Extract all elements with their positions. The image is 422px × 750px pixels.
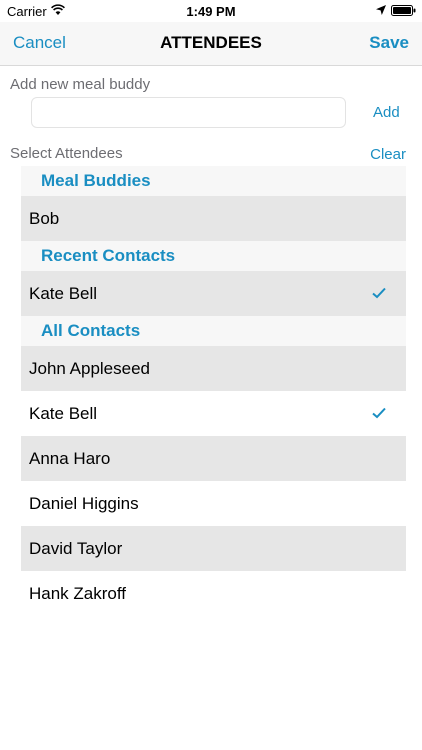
save-button[interactable]: Save [369, 33, 409, 53]
contact-name: David Taylor [29, 539, 123, 558]
battery-icon [391, 5, 416, 16]
list-item[interactable]: Kate Bell [21, 271, 406, 316]
add-button[interactable]: Add [373, 104, 400, 121]
list-item[interactable]: Hank Zakroff [21, 571, 406, 616]
clear-button[interactable]: Clear [370, 146, 406, 163]
section-header-recent-contacts: Recent Contacts [21, 241, 406, 271]
checkmark-icon [372, 407, 386, 419]
section-header-all-contacts: All Contacts [21, 316, 406, 346]
list-item[interactable]: Daniel Higgins [21, 481, 406, 526]
contact-name: Bob [29, 209, 60, 228]
list-item[interactable]: John Appleseed [21, 346, 406, 391]
list-item[interactable]: Kate Bell [21, 391, 406, 436]
navigation-bar: Cancel ATTENDEES Save [0, 22, 422, 66]
contact-name: Anna Haro [29, 449, 111, 468]
list-item[interactable]: Anna Haro [21, 436, 406, 481]
contact-name: Hank Zakroff [29, 584, 127, 603]
list-item[interactable]: Bob [21, 196, 406, 241]
contact-name: Kate Bell [29, 404, 98, 423]
list-item[interactable]: David Taylor [21, 526, 406, 571]
meal-buddy-input[interactable] [31, 97, 346, 128]
status-bar: Carrier 1:49 PM [0, 0, 422, 22]
contact-name: Kate Bell [29, 284, 98, 303]
page-title: ATTENDEES [160, 33, 262, 52]
contact-name: Daniel Higgins [29, 494, 139, 513]
add-meal-buddy-label: Add new meal buddy [10, 76, 151, 93]
status-time: 1:49 PM [186, 4, 236, 19]
select-attendees-label: Select Attendees [10, 145, 123, 162]
attendee-list: Meal Buddies Bob Recent Contacts Kate Be… [21, 166, 406, 616]
checkmark-icon [372, 287, 386, 299]
location-icon [376, 5, 386, 15]
contact-name: John Appleseed [29, 359, 150, 378]
section-header-meal-buddies: Meal Buddies [21, 166, 406, 196]
